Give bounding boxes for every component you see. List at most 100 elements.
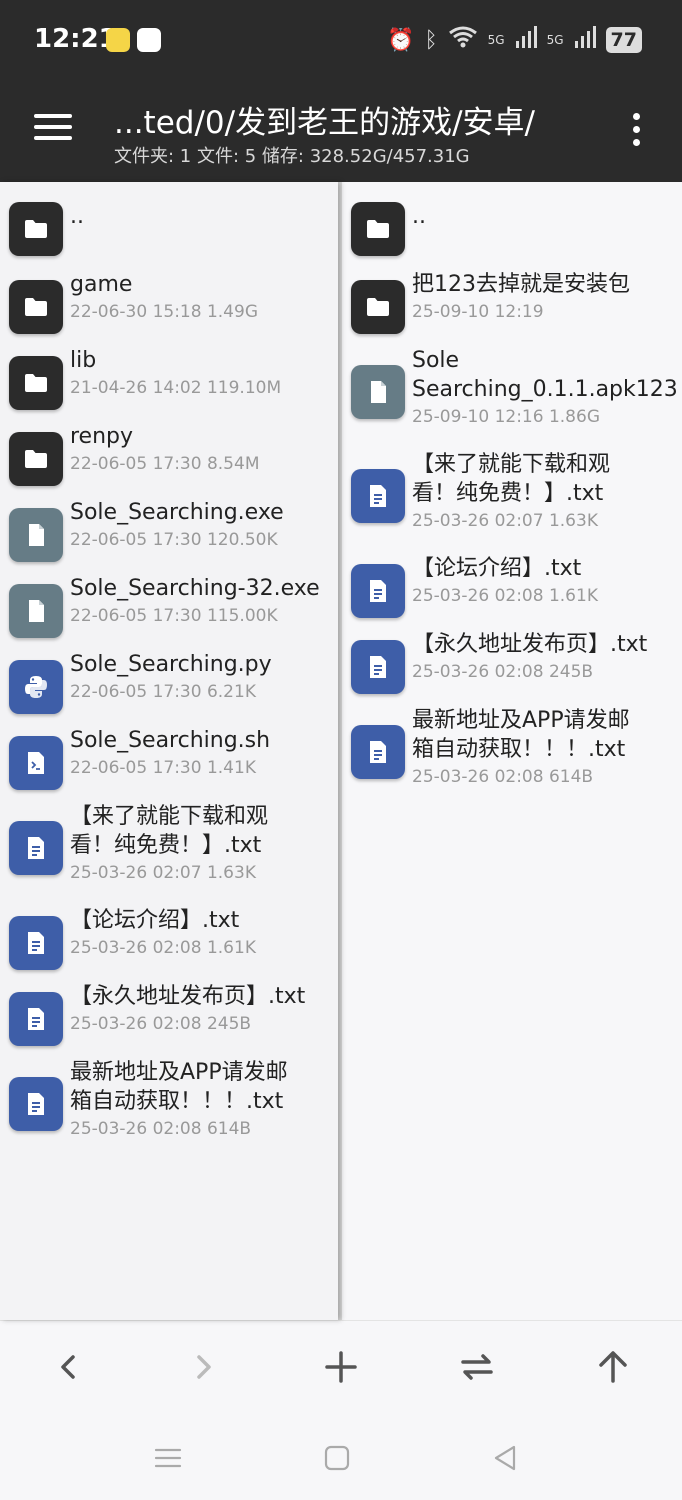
file-meta: 25-03-26 02:07 1.63K [412, 511, 598, 531]
bottom-toolbar [0, 1320, 682, 1412]
file-list-item[interactable]: Sole_Searching-32.exe 22-06-05 17:30 115.… [0, 572, 338, 648]
folder-icon [9, 356, 63, 410]
file-name: 【来了就能下载和观 看！纯免费！】.txt [70, 804, 269, 858]
file-meta: 22-06-30 15:18 1.49G [70, 302, 258, 322]
file-list-item[interactable]: 【永久地址发布页】.txt 25-03-26 02:08 245B [342, 628, 682, 704]
more-options-button[interactable] [628, 112, 644, 148]
file-list-item[interactable]: renpy 22-06-05 17:30 8.54M [0, 420, 338, 496]
document-icon [351, 725, 405, 779]
app-notification-icon [106, 28, 130, 52]
status-time: 12:21 [34, 24, 117, 54]
up-icon [599, 1351, 627, 1383]
home-icon [324, 1445, 350, 1471]
recents-nav-button[interactable] [148, 1438, 188, 1478]
file-name: 最新地址及APP请发邮 箱自动获取！！！.txt [412, 708, 630, 762]
file-meta: 21-04-26 14:02 119.10M [70, 378, 282, 398]
document-icon [9, 992, 63, 1046]
pane-divider[interactable] [338, 182, 342, 1320]
file-list-item[interactable]: game 22-06-30 15:18 1.49G [0, 268, 338, 344]
add-button[interactable] [319, 1345, 363, 1389]
back-nav-button[interactable] [485, 1438, 525, 1478]
document-icon [351, 640, 405, 694]
file-meta: 25-03-26 02:08 245B [412, 662, 594, 682]
file-name: 【永久地址发布页】.txt [412, 632, 648, 657]
file-name: 【来了就能下载和观 看！纯免费！】.txt [412, 452, 611, 506]
alarm-icon: ⏰ [387, 27, 415, 53]
forward-icon [197, 1355, 211, 1379]
back-icon [61, 1355, 75, 1379]
file-list-item[interactable]: 最新地址及APP请发邮 箱自动获取！！！.txt 25-03-26 02:08 6… [0, 1056, 338, 1160]
file-list-item[interactable]: Sole_Searching.sh 22-06-05 17:30 1.41K [0, 724, 338, 800]
left-file-pane[interactable]: .. game 22-06-30 15:18 1.49G lib 21-04-26 14… [0, 182, 338, 1320]
python-icon [9, 660, 63, 714]
parent-directory-item[interactable]: .. [0, 192, 338, 268]
add-icon [325, 1351, 357, 1383]
up-button[interactable] [591, 1345, 635, 1389]
file-meta: 22-06-05 17:30 1.41K [70, 758, 256, 778]
document-icon [9, 1077, 63, 1131]
file-list-item[interactable]: lib 21-04-26 14:02 119.10M [0, 344, 338, 420]
file-icon [9, 584, 63, 638]
file-meta: 25-03-26 02:07 1.63K [70, 863, 256, 883]
folder-icon [351, 202, 405, 256]
document-icon [351, 469, 405, 523]
file-name: .. [70, 204, 84, 229]
file-list-item[interactable]: Sole_Searching.py 22-06-05 17:30 6.21K [0, 648, 338, 724]
menu-button[interactable] [34, 112, 72, 142]
signal-label-2: 5G [546, 33, 564, 47]
file-name: Sole_Searching.exe [70, 500, 284, 525]
file-name: 【论坛介绍】.txt [412, 556, 582, 581]
file-list-item[interactable]: 把123去掉就是安装包 25-09-10 12:19 [342, 268, 682, 344]
file-list-item[interactable]: Sole Searching_0.1.1.apk123 25-09-10 12:1… [342, 344, 682, 448]
top-bar: 12:21 ⏰ ᛒ 5G 5G 77 ...ted/0/发到老王的游戏/安卓/ … [0, 0, 682, 182]
status-icons: ⏰ ᛒ 5G 5G 77 [387, 24, 642, 56]
file-list-item[interactable]: Sole_Searching.exe 22-06-05 17:30 120.50K [0, 496, 338, 572]
file-name: 把123去掉就是安装包 [412, 272, 630, 297]
document-icon [9, 916, 63, 970]
folder-icon [351, 280, 405, 334]
folder-icon [9, 280, 63, 334]
file-meta: 22-06-05 17:30 8.54M [70, 454, 260, 474]
file-name: 【论坛介绍】.txt [70, 908, 240, 933]
file-name: Sole Searching_0.1.1.apk123 [412, 348, 678, 402]
file-icon [351, 365, 405, 419]
recents-icon [154, 1448, 182, 1468]
file-name: renpy [70, 424, 134, 449]
right-file-pane[interactable]: .. 把123去掉就是安装包 25-09-10 12:19 Sole Searchin… [342, 182, 682, 1320]
file-name: Sole_Searching-32.exe [70, 576, 320, 601]
file-name: 【永久地址发布页】.txt [70, 984, 306, 1009]
home-nav-button[interactable] [317, 1438, 357, 1478]
file-meta: 22-06-05 17:30 115.00K [70, 606, 278, 626]
file-meta: 22-06-05 17:30 6.21K [70, 682, 256, 702]
file-meta: 25-03-26 02:08 245B [70, 1014, 252, 1034]
forward-button[interactable] [182, 1345, 226, 1389]
app-notification-icon-2 [137, 28, 161, 52]
status-bar: 12:21 ⏰ ᛒ 5G 5G 77 [0, 0, 682, 80]
file-list-item[interactable]: 【来了就能下载和观 看！纯免费！】.txt 25-03-26 02:07 1.63… [342, 448, 682, 552]
file-list-item[interactable]: 【永久地址发布页】.txt 25-03-26 02:08 245B [0, 980, 338, 1056]
file-meta: 25-03-26 02:08 1.61K [412, 586, 598, 606]
file-meta: 25-03-26 02:08 614B [412, 767, 594, 787]
file-list-item[interactable]: 【论坛介绍】.txt 25-03-26 02:08 1.61K [342, 552, 682, 628]
swap-icon [461, 1354, 493, 1380]
file-meta: 25-03-26 02:08 1.61K [70, 938, 256, 958]
document-icon [351, 564, 405, 618]
file-name: lib [70, 348, 97, 373]
file-meta: 25-03-26 02:08 614B [70, 1119, 252, 1139]
back-button[interactable] [46, 1345, 90, 1389]
folder-icon [9, 432, 63, 486]
signal-icon-1 [515, 25, 537, 55]
battery-indicator: 77 [605, 27, 642, 53]
file-name: 最新地址及APP请发邮 箱自动获取！！！.txt [70, 1060, 288, 1114]
system-nav-bar [0, 1412, 682, 1500]
file-list-item[interactable]: 最新地址及APP请发邮 箱自动获取！！！.txt 25-03-26 02:08 6… [342, 704, 682, 808]
wifi-icon [448, 25, 478, 55]
file-meta: 25-09-10 12:19 [412, 302, 544, 322]
file-list-item[interactable]: 【论坛介绍】.txt 25-03-26 02:08 1.61K [0, 904, 338, 980]
folder-icon [9, 202, 63, 256]
parent-directory-item[interactable]: .. [342, 192, 682, 268]
file-list-item[interactable]: 【来了就能下载和观 看！纯免费！】.txt 25-03-26 02:07 1.63… [0, 800, 338, 904]
bluetooth-icon: ᛒ [424, 27, 438, 53]
swap-panes-button[interactable] [455, 1345, 499, 1389]
file-icon [9, 508, 63, 562]
